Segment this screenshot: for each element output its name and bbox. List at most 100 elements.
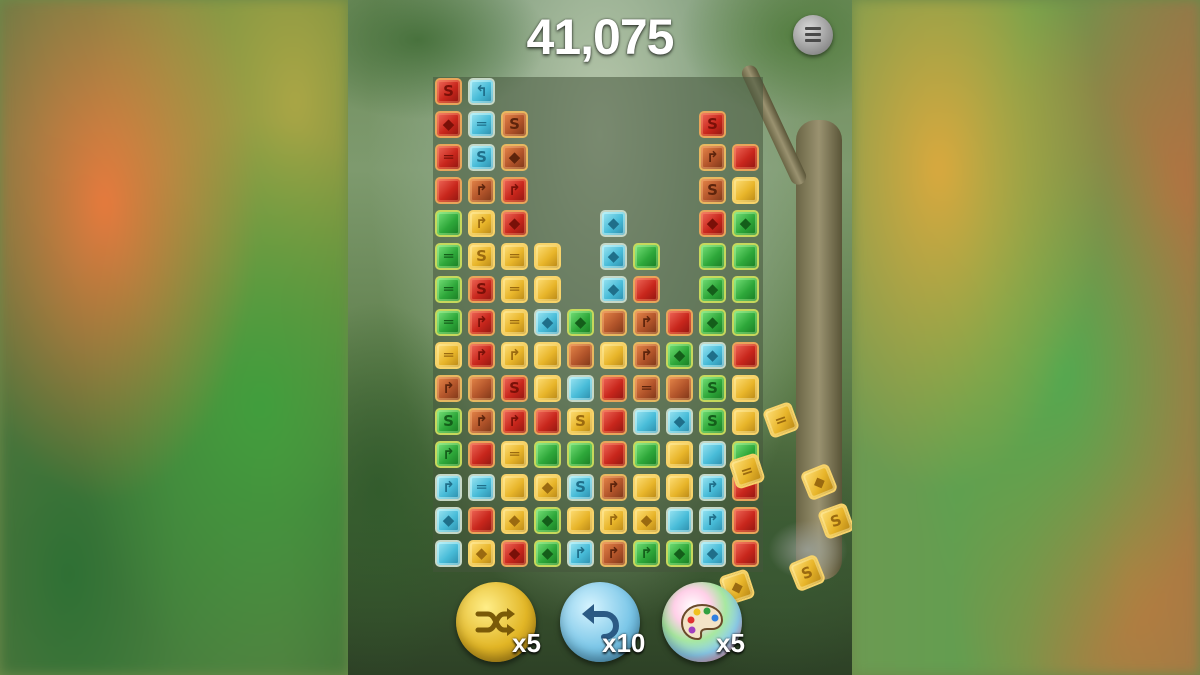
block-red[interactable]: ↱ xyxy=(468,342,495,369)
block-red[interactable]: ↱ xyxy=(501,408,528,435)
block-green[interactable] xyxy=(732,309,759,336)
block-green[interactable] xyxy=(699,243,726,270)
block-green[interactable]: ↱ xyxy=(633,540,660,567)
block-red[interactable]: ◆ xyxy=(501,540,528,567)
block-green[interactable]: ◆ xyxy=(732,210,759,237)
block-yellow[interactable] xyxy=(534,243,561,270)
block-blue[interactable]: ◆ xyxy=(699,342,726,369)
block-green[interactable] xyxy=(732,243,759,270)
block-blue[interactable]: ◆ xyxy=(600,243,627,270)
block-blue[interactable] xyxy=(567,375,594,402)
block-orange[interactable] xyxy=(666,375,693,402)
block-blue[interactable]: S xyxy=(468,144,495,171)
block-yellow[interactable] xyxy=(666,441,693,468)
block-orange[interactable]: ↱ xyxy=(600,474,627,501)
block-orange[interactable]: S xyxy=(699,177,726,204)
block-blue[interactable]: ◆ xyxy=(600,210,627,237)
block-blue[interactable]: ═ xyxy=(468,111,495,138)
block-orange[interactable] xyxy=(468,375,495,402)
block-red[interactable]: S xyxy=(435,78,462,105)
block-green[interactable]: ═ xyxy=(435,243,462,270)
block-yellow[interactable]: ═ xyxy=(435,342,462,369)
block-red[interactable]: ◆ xyxy=(501,210,528,237)
block-yellow[interactable] xyxy=(633,474,660,501)
block-orange[interactable]: ↱ xyxy=(468,177,495,204)
block-red[interactable]: S xyxy=(468,276,495,303)
block-orange[interactable]: ═ xyxy=(633,375,660,402)
block-red[interactable] xyxy=(633,276,660,303)
block-red[interactable] xyxy=(600,441,627,468)
block-orange[interactable]: ↱ xyxy=(435,375,462,402)
block-red[interactable] xyxy=(732,507,759,534)
block-yellow[interactable]: ↱ xyxy=(501,342,528,369)
block-blue[interactable]: S xyxy=(567,474,594,501)
block-yellow[interactable] xyxy=(534,342,561,369)
block-yellow[interactable]: ↱ xyxy=(468,210,495,237)
block-green[interactable] xyxy=(567,441,594,468)
block-green[interactable]: ◆ xyxy=(666,342,693,369)
block-yellow[interactable]: ◆ xyxy=(501,507,528,534)
block-green[interactable] xyxy=(633,441,660,468)
block-green[interactable] xyxy=(435,210,462,237)
block-green[interactable]: ◆ xyxy=(699,276,726,303)
block-orange[interactable]: ↱ xyxy=(633,309,660,336)
block-green[interactable]: S xyxy=(699,408,726,435)
block-green[interactable]: ◆ xyxy=(534,540,561,567)
block-blue[interactable] xyxy=(699,441,726,468)
block-blue[interactable]: ◆ xyxy=(534,309,561,336)
block-yellow[interactable]: ═ xyxy=(501,309,528,336)
block-red[interactable]: ↱ xyxy=(468,309,495,336)
block-blue[interactable] xyxy=(666,507,693,534)
block-yellow[interactable]: ═ xyxy=(501,441,528,468)
block-red[interactable] xyxy=(534,408,561,435)
block-yellow[interactable]: ◆ xyxy=(468,540,495,567)
block-yellow[interactable]: ◆ xyxy=(534,474,561,501)
block-red[interactable] xyxy=(468,441,495,468)
block-yellow[interactable] xyxy=(534,276,561,303)
block-red[interactable] xyxy=(600,375,627,402)
block-orange[interactable]: ↱ xyxy=(468,408,495,435)
block-blue[interactable]: ↱ xyxy=(699,474,726,501)
block-blue[interactable]: ◆ xyxy=(699,540,726,567)
block-red[interactable] xyxy=(666,309,693,336)
block-red[interactable]: ◆ xyxy=(699,210,726,237)
block-red[interactable] xyxy=(468,507,495,534)
block-blue[interactable]: ◆ xyxy=(666,408,693,435)
block-blue[interactable]: ↰ xyxy=(468,78,495,105)
block-yellow[interactable] xyxy=(732,408,759,435)
block-green[interactable]: S xyxy=(699,375,726,402)
block-blue[interactable] xyxy=(435,540,462,567)
block-blue[interactable]: ↱ xyxy=(699,507,726,534)
block-red[interactable]: ◆ xyxy=(435,111,462,138)
block-yellow[interactable]: S xyxy=(567,408,594,435)
block-red[interactable] xyxy=(732,342,759,369)
block-yellow[interactable]: ◆ xyxy=(633,507,660,534)
block-yellow[interactable] xyxy=(534,375,561,402)
menu-button[interactable] xyxy=(793,15,833,55)
block-blue[interactable]: ◆ xyxy=(435,507,462,534)
block-blue[interactable]: ═ xyxy=(468,474,495,501)
block-green[interactable]: ═ xyxy=(435,276,462,303)
block-red[interactable]: ═ xyxy=(435,144,462,171)
block-green[interactable]: ═ xyxy=(435,309,462,336)
block-red[interactable]: S xyxy=(699,111,726,138)
block-yellow[interactable]: ═ xyxy=(501,243,528,270)
block-yellow[interactable]: ═ xyxy=(501,276,528,303)
block-orange[interactable]: ◆ xyxy=(501,144,528,171)
block-red[interactable] xyxy=(732,540,759,567)
block-yellow[interactable] xyxy=(732,375,759,402)
block-green[interactable]: S xyxy=(435,408,462,435)
block-red[interactable] xyxy=(732,144,759,171)
block-orange[interactable]: ↱ xyxy=(633,342,660,369)
block-orange[interactable]: ↱ xyxy=(600,540,627,567)
block-yellow[interactable] xyxy=(600,342,627,369)
block-green[interactable] xyxy=(732,276,759,303)
block-orange[interactable] xyxy=(600,309,627,336)
block-yellow[interactable] xyxy=(567,507,594,534)
block-yellow[interactable]: ↱ xyxy=(600,507,627,534)
block-yellow[interactable] xyxy=(666,474,693,501)
block-green[interactable]: ◆ xyxy=(666,540,693,567)
block-blue[interactable]: ↱ xyxy=(567,540,594,567)
block-green[interactable]: ◆ xyxy=(567,309,594,336)
block-red[interactable]: S xyxy=(501,375,528,402)
